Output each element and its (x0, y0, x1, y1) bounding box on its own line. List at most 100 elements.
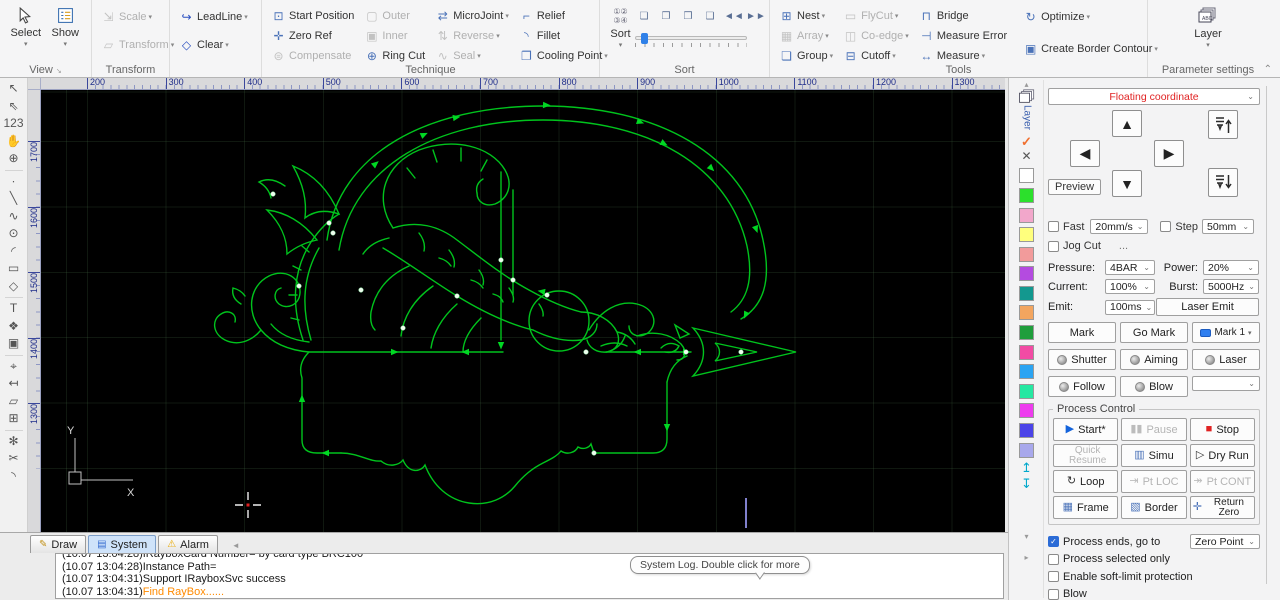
select-button[interactable]: Select ▾ (6, 3, 46, 59)
drawing-canvas[interactable]: Y X (41, 90, 1005, 532)
process-button[interactable]: Quick Resume (1053, 444, 1119, 467)
ribbon-button[interactable]: ⌐ Relief ▾ (516, 6, 611, 26)
system-log[interactable]: (10.07 13:04:28)IRayboxCard Number= by c… (55, 553, 1004, 599)
burst-select[interactable]: 5000Hz (1203, 279, 1259, 294)
layer-cross-icon[interactable]: ✕ (1021, 149, 1031, 164)
sort-slider[interactable] (635, 33, 747, 44)
ribbon-button[interactable]: ⇲ Scale ▾ (98, 7, 177, 27)
left-tool-icon[interactable]: ✂ (3, 450, 25, 468)
ribbon-button[interactable]: ❐ Cooling Point ▾ (516, 46, 611, 66)
process-button[interactable]: ▦ Frame (1053, 496, 1119, 519)
left-tool-icon[interactable]: ▭ (3, 260, 25, 278)
scroll-down-icon[interactable]: ▾ (1024, 532, 1028, 541)
preview-button[interactable]: Preview (1048, 179, 1102, 195)
layer-color-swatch[interactable] (1019, 442, 1034, 458)
layer-color-swatch[interactable] (1019, 285, 1034, 301)
sort-slider-thumb[interactable] (641, 33, 648, 44)
layer-color-swatch[interactable] (1019, 187, 1034, 203)
left-tool-icon[interactable]: ⊙ (3, 225, 25, 243)
sort-tool-icon[interactable]: ►► (745, 7, 766, 25)
shutter-toggle[interactable]: Shutter (1048, 349, 1116, 370)
left-tool-icon[interactable]: ✻ (3, 433, 25, 451)
process-button[interactable]: ✛ Return Zero (1189, 496, 1255, 519)
ribbon-button[interactable]: ⊜ Compensate ▾ (268, 46, 357, 66)
ribbon-button[interactable]: ⊓ Bridge ▾ (916, 6, 1010, 26)
ribbon-button[interactable]: ◫ Co-edge ▾ (840, 26, 912, 46)
show-button[interactable]: Show ▾ (46, 3, 86, 59)
layer-color-swatch[interactable] (1019, 325, 1034, 341)
message-tab[interactable]: ▤ System (88, 535, 157, 553)
layer-pages-icon[interactable] (1018, 89, 1036, 104)
ribbon-button[interactable]: ◝ Fillet ▾ (516, 26, 611, 46)
layer-color-swatch[interactable] (1019, 383, 1034, 399)
left-tool-icon[interactable]: ▱ (3, 393, 25, 411)
left-tool-icon[interactable]: ╲ (3, 190, 25, 208)
ribbon-button[interactable]: ▱ Transform ▾ (98, 35, 177, 55)
step-checkbox[interactable] (1160, 221, 1172, 232)
left-tool-icon[interactable]: ◇ (3, 278, 25, 296)
option-select[interactable]: Zero Point (1190, 534, 1260, 550)
layer-color-swatch[interactable] (1019, 207, 1034, 223)
jog-up-button[interactable]: ▲ (1112, 110, 1142, 137)
jogcut-checkbox[interactable] (1048, 240, 1059, 252)
ribbon-button[interactable]: ❏ Group ▾ (776, 46, 836, 66)
message-tab[interactable]: ✎ Draw (30, 535, 87, 553)
layer-color-swatch[interactable] (1019, 403, 1034, 419)
layer-move-icon[interactable]: ↥ (1021, 460, 1032, 476)
left-tool-icon[interactable]: ⊞ (3, 410, 25, 428)
collapse-ribbon-button[interactable]: ⌃ (1264, 64, 1272, 75)
step-distance-select[interactable]: 50mm (1202, 219, 1255, 234)
follow-toggle[interactable]: Follow (1048, 376, 1116, 397)
left-tool-icon[interactable]: ▣ (3, 335, 25, 353)
layer-color-swatch[interactable] (1019, 246, 1034, 262)
coordinate-mode-select[interactable]: Floating coordinate (1048, 88, 1260, 105)
left-tool-icon[interactable]: 123 (3, 115, 25, 133)
process-button[interactable]: ⇥ Pt LOC (1121, 470, 1187, 493)
layer-color-swatch[interactable] (1019, 168, 1034, 184)
jog-right-button[interactable]: ▶ (1154, 140, 1184, 167)
process-button[interactable]: ▥ Simu (1121, 444, 1187, 467)
process-button[interactable]: ↻ Loop (1053, 470, 1119, 493)
mark-button[interactable]: Mark (1048, 322, 1116, 343)
scroll-up-icon[interactable]: ▴ (1024, 80, 1028, 89)
panel-scrollbar[interactable] (1266, 86, 1267, 584)
layer-color-swatch[interactable] (1019, 266, 1034, 282)
left-tool-icon[interactable]: ⇖ (3, 98, 25, 116)
sort-tool-icon[interactable]: ◄◄ (723, 7, 744, 25)
tab-scroll-left-icon[interactable]: ◄ (232, 541, 240, 553)
option-checkbox[interactable] (1048, 553, 1059, 565)
jogcut-more-button[interactable]: ... (1119, 240, 1128, 252)
left-tool-icon[interactable] (4, 429, 23, 431)
ribbon-button[interactable]: ⊟ Cutoff ▾ (840, 46, 912, 66)
process-button[interactable]: ■ Stop (1189, 418, 1255, 441)
ribbon-button[interactable]: ⊣ Measure Error ▾ (916, 26, 1010, 46)
blow-toggle[interactable]: Blow (1120, 376, 1188, 397)
ribbon-button[interactable]: ▢ Outer ▾ (361, 6, 428, 26)
left-tool-icon[interactable]: ❖ (3, 318, 25, 336)
nozzle-up-button[interactable] (1208, 110, 1238, 139)
sort-tool-icon[interactable]: ❐ (657, 7, 675, 25)
layer-color-swatch[interactable] (1019, 227, 1034, 243)
left-tool-icon[interactable]: ✋ (3, 133, 25, 151)
sort-tool-icon[interactable]: ❑ (701, 7, 719, 25)
ribbon-button[interactable]: ↔ Measure ▾ (916, 46, 1010, 66)
aiming-toggle[interactable]: Aiming (1120, 349, 1188, 370)
layer-move-icon[interactable]: ↧ (1021, 476, 1032, 492)
layer-check-icon[interactable]: ✓ (1021, 134, 1032, 149)
left-tool-icon[interactable]: ∿ (3, 208, 25, 226)
left-tool-icon[interactable]: ∙ (3, 173, 25, 191)
jog-left-button[interactable]: ◀ (1070, 140, 1100, 167)
option-checkbox[interactable] (1048, 571, 1059, 583)
option-checkbox[interactable] (1048, 588, 1059, 600)
ribbon-button[interactable]: ∿ Seal ▾ (432, 46, 512, 66)
left-tool-icon[interactable]: ◜ (3, 243, 25, 261)
sort-tool-icon[interactable]: ❏ (635, 7, 653, 25)
power-select[interactable]: 20% (1203, 260, 1259, 275)
option-checkbox[interactable] (1048, 536, 1059, 548)
ribbon-button[interactable]: ⇄ MicroJoint ▾ (432, 6, 512, 26)
ribbon-button[interactable]: ▣ Inner ▾ (361, 26, 428, 46)
ribbon-button[interactable]: ✛ Zero Ref ▾ (268, 26, 357, 46)
ribbon-button[interactable]: ↪ LeadLine ▾ (176, 7, 251, 27)
layer-color-swatch[interactable] (1019, 305, 1034, 321)
nozzle-down-button[interactable] (1208, 168, 1238, 197)
